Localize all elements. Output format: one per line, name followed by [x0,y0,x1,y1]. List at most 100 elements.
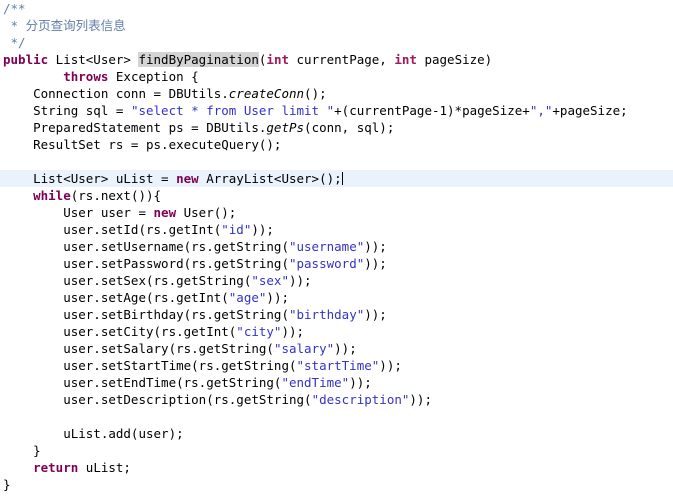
code-token-keyword: return [33,460,79,475]
code-token-plain: user.setEndTime(rs.getString( [3,375,282,390]
code-line[interactable]: } [0,442,673,459]
code-line[interactable]: user.setAge(rs.getInt("age")); [0,289,673,306]
code-token-plain: user.setSalary(rs.getString( [3,341,274,356]
code-token-plain: (); [304,86,327,101]
code-line-current[interactable]: List<User> uList = new ArrayList<User>()… [0,170,673,187]
code-token-plain: uList.add(user); [3,426,184,441]
code-token-plain: (conn, sql); [304,120,395,135]
code-token-keyword: new [176,171,199,186]
code-token-plain: )); [364,239,387,254]
code-token-plain: +pageSize; [552,103,628,118]
code-line[interactable]: user.setCity(rs.getInt("city")); [0,323,673,340]
code-token-keyword: throws [63,69,109,84]
code-token-plain: )); [379,358,402,373]
code-token-string: "," [529,103,553,118]
code-token-plain: )); [266,290,289,305]
code-token-string: "salary" [273,341,335,356]
code-token-static: createConn [228,86,305,101]
code-token-string: "password" [288,256,365,271]
code-token-occurrence: findByPagination [138,52,259,67]
code-token-plain: )); [364,256,387,271]
code-line[interactable] [0,408,673,425]
code-token-string: "description" [311,392,410,407]
code-token-comment-cjk: 分页查询列表信息 [25,18,126,33]
code-line[interactable]: user.setBirthday(rs.getString("birthday"… [0,306,673,323]
code-token-plain: (rs.next()){ [70,188,162,203]
code-token-plain: } [3,477,11,492]
code-line[interactable]: user.setPassword(rs.getString("password"… [0,255,673,272]
code-token-plain: user.setAge(rs.getInt( [3,290,229,305]
code-line[interactable]: public List<User> findByPagination(int c… [0,51,673,68]
code-line[interactable]: User user = new User(); [0,204,673,221]
code-line[interactable]: while(rs.next()){ [0,187,673,204]
code-token-keyword: public [3,52,49,67]
code-token-plain: user.setCity(rs.getInt( [3,324,237,339]
code-line[interactable]: user.setEndTime(rs.getString("endTime"))… [0,374,673,391]
code-line[interactable]: PreparedStatement ps = DBUtils.getPs(con… [0,119,673,136]
code-token-plain: )); [364,307,387,322]
code-token-string: "birthday" [288,307,365,322]
code-token-plain: user.setUsername(rs.getString( [3,239,289,254]
code-token-plain: ArrayList<User>(); [198,171,342,186]
code-token-plain: pageSize) [416,52,493,67]
code-line[interactable]: String sql = "select * from User limit "… [0,102,673,119]
code-line[interactable] [0,153,673,170]
code-line[interactable]: return uList; [0,459,673,476]
code-token-plain: )); [289,273,312,288]
code-token-string: "city" [236,324,282,339]
code-line[interactable]: user.setSalary(rs.getString("salary")); [0,340,673,357]
code-token-plain: )); [334,341,357,356]
code-token-plain: user.setSex(rs.getString( [3,273,252,288]
code-line[interactable]: */ [0,34,673,51]
code-token-plain: )); [281,324,305,339]
code-token-keyword: while [33,188,71,203]
code-line[interactable]: throws Exception { [0,68,673,85]
code-token-kw2: int [266,52,289,67]
code-line[interactable]: user.setStartTime(rs.getString("startTim… [0,357,673,374]
code-token-plain: User user = [3,205,154,220]
code-token-plain: Connection conn = DBUtils. [3,86,229,101]
code-token-string: "username" [288,239,365,254]
code-token-string: "id" [221,222,252,237]
code-token-plain: user.setStartTime(rs.getString( [3,358,297,373]
code-token-comment: /** [3,1,26,16]
code-token-plain: Exception { [108,69,199,84]
code-token-string: "endTime" [281,375,350,390]
code-token-plain: user.setBirthday(rs.getString( [3,307,289,322]
code-line[interactable]: /** [0,0,673,17]
code-token-string: "startTime" [296,358,380,373]
code-token-string: "sex" [251,273,289,288]
code-line[interactable]: } [0,476,673,493]
code-token-plain: ResultSet rs = ps.executeQuery(); [3,137,282,152]
code-token-plain: User(); [176,205,237,220]
code-token-string: "age" [228,290,267,305]
code-line[interactable]: uList.add(user); [0,425,673,442]
code-line[interactable]: user.setDescription(rs.getString("descri… [0,391,673,408]
code-text-area[interactable]: /** * 分页查询列表信息 */public List<User> findB… [0,0,673,493]
code-token-comment: * [3,18,26,33]
code-token-keyword: new [153,205,177,220]
code-line[interactable]: user.setUsername(rs.getString("username"… [0,238,673,255]
code-token-plain: )); [349,375,372,390]
code-token-plain: user.setId(rs.getInt( [3,222,222,237]
code-token-plain: )); [251,222,274,237]
code-token-static: getPs [266,120,305,135]
text-caret [341,172,343,185]
code-token-plain: List<User> uList = [3,171,177,186]
code-line[interactable]: user.setId(rs.getInt("id")); [0,221,673,238]
code-token-plain: uList; [78,460,131,475]
code-line[interactable]: user.setSex(rs.getString("sex")); [0,272,673,289]
code-token-plain: user.setPassword(rs.getString( [3,256,289,271]
code-token-comment: */ [3,35,26,50]
code-token-plain: currentPage, [289,52,395,67]
code-line[interactable]: ResultSet rs = ps.executeQuery(); [0,136,673,153]
code-token-plain: String sql = [3,103,131,118]
code-token-kw2: int [394,52,417,67]
code-token-plain: user.setDescription(rs.getString( [3,392,312,407]
code-editor-pane[interactable]: /** * 分页查询列表信息 */public List<User> findB… [0,0,673,502]
code-line[interactable]: Connection conn = DBUtils.createConn(); [0,85,673,102]
code-line[interactable]: * 分页查询列表信息 [0,17,673,34]
